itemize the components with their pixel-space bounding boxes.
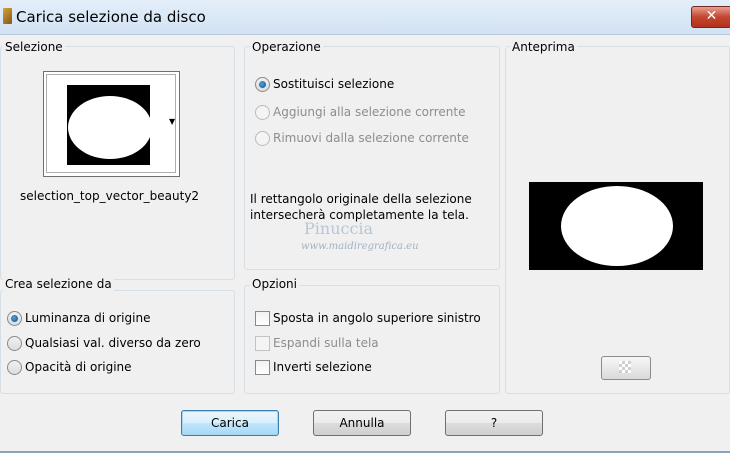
replace-selection-radio[interactable]: [255, 77, 270, 92]
selection-group-label: Selezione: [3, 40, 65, 54]
replace-selection-label[interactable]: Sostituisci selezione: [273, 77, 394, 91]
create-from-group-label: Crea selezione da: [3, 277, 114, 291]
remove-selection-label[interactable]: Rimuovi dalla selezione corrente: [273, 131, 469, 145]
move-top-left-checkbox[interactable]: [255, 311, 270, 326]
preview-ellipse: [561, 186, 673, 266]
source-opacity-label[interactable]: Opacità di origine: [25, 360, 132, 374]
preview-group-label: Anteprima: [510, 40, 577, 54]
close-button[interactable]: ✕: [691, 6, 730, 28]
watermark-name: Pinuccia: [304, 219, 374, 238]
invert-selection-checkbox[interactable]: [255, 360, 270, 375]
watermark-site: www.maidiregrafica.eu: [301, 241, 419, 252]
title-bar: Carica selezione da disco ✕: [0, 0, 730, 35]
any-nonzero-radio[interactable]: [7, 336, 22, 351]
selection-filename: selection_top_vector_beauty2: [20, 189, 200, 203]
window-title: Carica selezione da disco: [16, 8, 206, 26]
checkerboard-icon: [619, 361, 631, 373]
expand-canvas-label[interactable]: Espandi sulla tela: [273, 336, 379, 350]
remove-selection-radio[interactable]: [255, 131, 270, 146]
move-top-left-label[interactable]: Sposta in angolo superiore sinistro: [273, 311, 481, 325]
app-icon: [3, 8, 12, 24]
source-luminance-radio[interactable]: [7, 311, 22, 326]
zoom-preview-button[interactable]: [601, 356, 651, 380]
thumbnail-black-area: [67, 85, 152, 165]
thumbnail-ellipse: [68, 96, 152, 159]
any-nonzero-label[interactable]: Qualsiasi val. diverso da zero: [25, 336, 201, 350]
dialog-body: Selezione ▼ selection_top_vector_beauty2…: [0, 35, 730, 453]
info-line-1: Il rettangolo originale della selezione: [250, 192, 472, 206]
source-opacity-radio[interactable]: [7, 360, 22, 375]
load-button[interactable]: Carica: [181, 410, 279, 436]
dropdown-arrow-icon[interactable]: ▼: [169, 117, 175, 126]
invert-selection-label[interactable]: Inverti selezione: [273, 360, 372, 374]
options-group-label: Opzioni: [250, 277, 299, 291]
expand-canvas-checkbox[interactable]: [255, 336, 270, 351]
operation-group-label: Operazione: [250, 40, 323, 54]
selection-thumbnail-picker[interactable]: ▼: [43, 71, 180, 177]
add-selection-label[interactable]: Aggiungi alla selezione corrente: [273, 105, 465, 119]
help-button[interactable]: ?: [445, 410, 543, 436]
selection-thumbnail: [46, 74, 176, 173]
preview-image: [529, 182, 703, 270]
source-luminance-label[interactable]: Luminanza di origine: [25, 311, 150, 325]
cancel-button[interactable]: Annulla: [313, 410, 411, 436]
add-selection-radio[interactable]: [255, 105, 270, 120]
